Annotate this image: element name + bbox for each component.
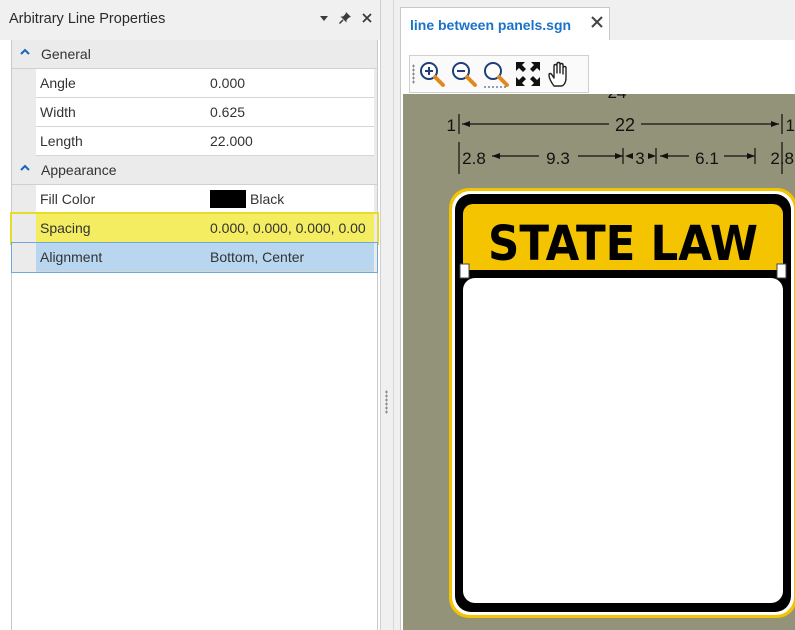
arbitrary-line — [463, 270, 783, 278]
sign-drawing: 24 1 1 22 — [447, 94, 795, 618]
full-extent-icon[interactable] — [514, 60, 542, 88]
close-icon[interactable] — [590, 14, 604, 32]
property-row-angle[interactable]: Angle 0.000 — [12, 69, 377, 98]
property-row-spacing[interactable]: Spacing 0.000, 0.000, 0.000, 0.00 — [10, 212, 379, 245]
sign-canvas[interactable]: 24 1 1 22 — [403, 94, 795, 630]
view-toolbar — [409, 55, 589, 93]
dimension-end-marker-right: 1 — [786, 116, 795, 135]
property-row-alignment[interactable]: Alignment Bottom, Center — [11, 242, 378, 273]
property-value[interactable]: 0.000 — [207, 69, 374, 98]
property-name: Spacing — [36, 214, 211, 243]
selection-grip-left[interactable] — [459, 263, 470, 279]
pin-icon[interactable] — [338, 11, 352, 28]
property-value[interactable]: 0.000, 0.000, 0.000, 0.00 — [207, 214, 374, 243]
category-label: Appearance — [41, 162, 117, 178]
property-row-length[interactable]: Length 22.000 — [12, 127, 377, 156]
property-value[interactable]: 0.625 — [207, 98, 374, 127]
sign-legend: STATE LAW — [488, 216, 758, 272]
property-value[interactable]: 22.000 — [207, 127, 374, 156]
property-name: Angle — [36, 69, 211, 98]
selection-grip-right[interactable] — [776, 263, 787, 279]
category-label: General — [41, 46, 91, 62]
color-name: Black — [250, 191, 285, 207]
close-icon[interactable] — [361, 11, 373, 27]
property-row-width[interactable]: Width 0.625 — [12, 98, 377, 127]
property-name: Width — [36, 98, 211, 127]
document-body: 24 1 1 22 — [400, 40, 795, 630]
dimension-segment-label: 2.8 — [462, 149, 486, 168]
document-tab-label[interactable]: line between panels.sgn — [410, 17, 571, 33]
property-name: Length — [36, 127, 211, 156]
zoom-fit-icon[interactable] — [482, 60, 510, 88]
toolbar-grip-icon[interactable] — [412, 64, 415, 84]
dimension-segment-label: 6.1 — [695, 149, 719, 168]
color-swatch — [210, 189, 246, 208]
dimension-segment-label: 3 — [635, 149, 644, 168]
collapse-chevron-icon[interactable] — [19, 162, 31, 176]
document-tab[interactable]: line between panels.sgn — [400, 7, 610, 41]
dropdown-icon[interactable] — [318, 11, 330, 27]
dimension-end-marker-left: 1 — [447, 116, 456, 135]
zoom-in-icon[interactable] — [418, 60, 446, 88]
pan-hand-icon[interactable] — [546, 60, 574, 88]
property-name: Alignment — [36, 243, 211, 272]
sign-body-panel — [463, 278, 783, 603]
splitter-grip-icon[interactable] — [385, 390, 388, 414]
dimension-segment-line — [458, 142, 783, 174]
properties-titlebar: Arbitrary Line Properties — [0, 0, 380, 40]
property-grid: General Angle 0.000 Width 0.625 Length 2… — [10, 40, 379, 630]
collapse-chevron-icon[interactable] — [19, 46, 31, 60]
property-value[interactable]: Bottom, Center — [207, 243, 374, 272]
panel-splitter[interactable] — [381, 0, 394, 630]
category-general[interactable]: General — [12, 40, 377, 69]
property-row-fill-color[interactable]: Fill Color Black — [12, 185, 377, 214]
dimension-segment-label: 2.8 — [770, 149, 794, 168]
zoom-out-icon[interactable] — [450, 60, 478, 88]
document-panel: line between panels.sgn 1 1 22 2.8 9.3 3… — [394, 0, 795, 630]
dimension-overall-value: 22 — [615, 115, 635, 135]
property-name: Fill Color — [36, 185, 211, 214]
property-value-fill-color[interactable]: Black — [207, 185, 374, 214]
properties-title: Arbitrary Line Properties — [9, 11, 166, 27]
sign-graphic[interactable]: STATE LAW — [449, 188, 795, 618]
dimension-top-partial: 24 — [608, 94, 627, 102]
properties-panel: Arbitrary Line Properties General Angle … — [0, 0, 381, 630]
dimension-segment-label: 9.3 — [546, 149, 570, 168]
category-appearance[interactable]: Appearance — [12, 156, 377, 185]
